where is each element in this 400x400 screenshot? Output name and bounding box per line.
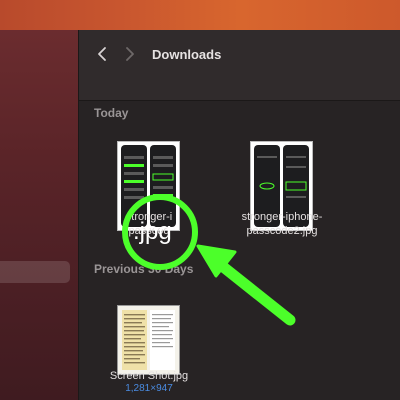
- file-name-2-line1: stronger-iphone-: [241, 211, 323, 223]
- file-name-3: Screen Shot.jpg: [109, 370, 189, 382]
- file-dimensions-3: 1,281×947: [125, 383, 173, 394]
- file-thumbnail-3[interactable]: [117, 305, 180, 375]
- callout-text: .jpg: [133, 218, 172, 245]
- window-title: Downloads: [152, 47, 222, 62]
- file-name-2-line2: passcode2.jpg: [246, 225, 318, 237]
- forward-button[interactable]: [119, 44, 139, 64]
- finder-window: Downloads Today stronger-i passcod stron…: [79, 30, 400, 400]
- section-header-today: Today: [94, 106, 129, 120]
- back-button[interactable]: [93, 44, 113, 64]
- finder-screenshot: Downloads Today stronger-i passcod stron…: [0, 0, 400, 400]
- desktop-wallpaper: [0, 0, 400, 30]
- section-header-previous-30-days: Previous 30 Days: [94, 262, 194, 276]
- chevron-left-icon: [93, 44, 113, 64]
- sidebar: [0, 30, 79, 400]
- chevron-right-icon: [119, 44, 139, 64]
- sidebar-selected-item[interactable]: [0, 261, 70, 283]
- toolbar: Downloads: [79, 30, 400, 101]
